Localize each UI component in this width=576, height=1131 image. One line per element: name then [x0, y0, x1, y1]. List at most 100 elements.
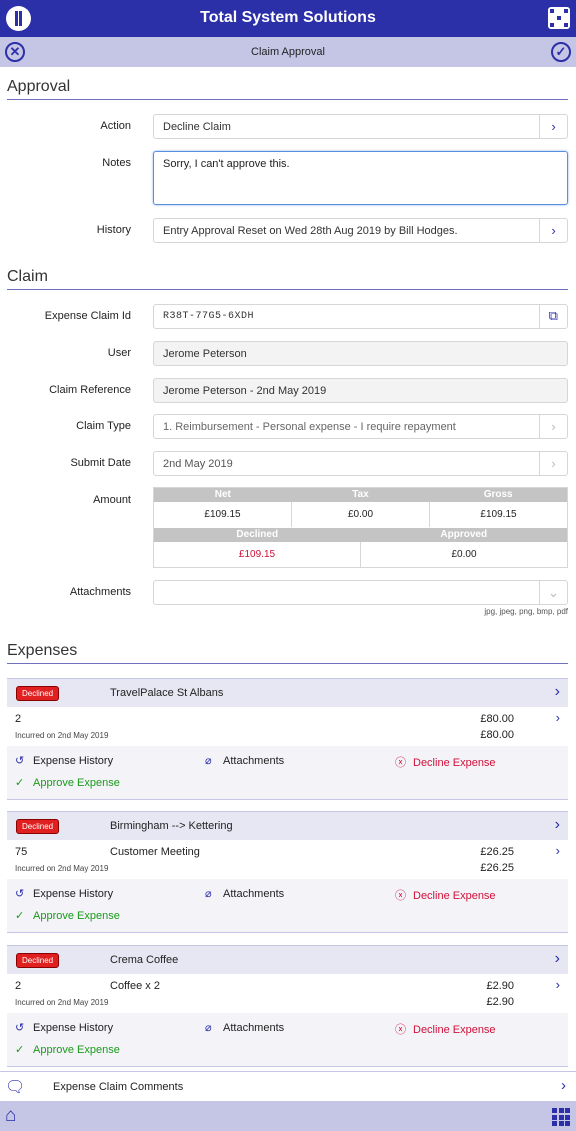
amount-label: Amount — [93, 494, 131, 506]
claim-id-field: R38T-77G5-6XDH ⧉ — [153, 304, 568, 329]
chevron-right-icon: › — [554, 683, 560, 700]
claim-type-value: 1. Reimbursement - Personal expense - I … — [163, 421, 456, 433]
declined-value: £109.15 — [238, 549, 276, 560]
approve-expense-button[interactable]: ✓ Approve Expense — [15, 1043, 120, 1056]
decline-expense-button[interactable]: ⓧ Decline Expense — [395, 887, 496, 903]
expense-quantity: 75 — [15, 846, 28, 858]
declined-header: Declined — [236, 529, 279, 540]
chevron-right-icon: › — [539, 452, 567, 475]
expense-history-button[interactable]: ↺ Expense History — [15, 754, 113, 767]
decline-circle-icon: ⓧ — [395, 890, 406, 902]
chevron-right-icon: › — [554, 950, 560, 967]
approve-expense-button[interactable]: ✓ Approve Expense — [15, 776, 120, 789]
copy-icon[interactable]: ⧉ — [539, 305, 567, 328]
expense-amount: £26.25 — [480, 846, 514, 858]
attachments-label: Attachments — [69, 586, 131, 598]
expense-total: £26.25 — [480, 862, 514, 874]
paperclip-icon: ⌀ — [205, 755, 212, 767]
history-label: History — [96, 224, 131, 236]
expense-actions: ↺ Expense History ⌀ Attachments ⓧ Decline E… — [7, 746, 568, 800]
home-icon[interactable]: ⌂ — [5, 1106, 16, 1126]
chevron-right-icon: › — [539, 219, 567, 242]
history-select[interactable]: Entry Approval Reset on Wed 28th Aug 201… — [153, 218, 568, 243]
claim-reference-field: Jerome Peterson - 2nd May 2019 — [153, 378, 568, 403]
app-header: Total System Solutions — [0, 0, 576, 37]
app-title: Total System Solutions — [200, 9, 376, 26]
chevron-down-icon[interactable]: ⌄ — [539, 581, 567, 604]
expense-quantity: 2 — [15, 980, 22, 992]
amount-header-row: Net Tax Gross — [154, 488, 567, 502]
chevron-right-icon: › — [539, 415, 567, 438]
expense-history-button[interactable]: ↺ Expense History — [15, 887, 113, 900]
decline-expense-button[interactable]: ⓧ Decline Expense — [395, 1021, 496, 1037]
expense-quantity: 2 — [15, 713, 22, 725]
decline-circle-icon: ⓧ — [395, 1024, 406, 1036]
chevron-right-icon: › — [555, 710, 560, 725]
claim-type-label: Claim Type — [76, 420, 131, 432]
expense-claim-comments-row[interactable]: 🗨 Expense Claim Comments › — [0, 1071, 576, 1101]
confirm-button[interactable]: ✓ — [551, 42, 571, 62]
approve-expense-button[interactable]: ✓ Approve Expense — [15, 909, 120, 922]
status-badge: Declined — [16, 819, 60, 834]
amount-table: Net Tax Gross £109.15 £0.00 £109.15 Decl… — [153, 487, 568, 568]
status-badge: Declined — [16, 686, 60, 701]
attachments-button[interactable]: ⌀ Attachments — [205, 754, 284, 767]
status-header-row: Declined Approved — [154, 528, 567, 542]
expense-total: £80.00 — [480, 729, 514, 741]
status-value-row: £109.15 £0.00 — [154, 542, 567, 567]
history-icon: ↺ — [15, 755, 25, 767]
expense-body[interactable]: 2 Coffee x 2 Incurred on 2nd May 2019 £2… — [7, 974, 568, 1014]
gross-value: £109.15 — [429, 502, 567, 527]
chevron-right-icon: › — [539, 115, 567, 138]
approved-value: £0.00 — [360, 542, 567, 567]
history-icon: ↺ — [15, 1022, 25, 1034]
net-header: Net — [214, 489, 231, 500]
action-label: Action — [100, 120, 131, 132]
expense-history-button[interactable]: ↺ Expense History — [15, 1021, 113, 1034]
expense-header[interactable]: Declined Crema Coffee › — [7, 945, 568, 974]
expense-description: Coffee x 2 — [110, 980, 160, 992]
user-field: Jerome Peterson — [153, 341, 568, 366]
attachments-hint: jpg, jpeg, png, bmp, pdf — [484, 607, 568, 616]
gross-header: Gross — [483, 489, 513, 500]
expense-body[interactable]: 75 Customer Meeting Incurred on 2nd May … — [7, 840, 568, 880]
page-toolbar: ✕ Claim Approval ✓ — [0, 37, 576, 67]
claim-heading: Claim — [7, 268, 568, 290]
net-value: £109.15 — [204, 509, 241, 520]
decline-expense-button[interactable]: ⓧ Decline Expense — [395, 754, 496, 770]
apps-grid-icon[interactable] — [552, 1108, 570, 1126]
expense-header[interactable]: Declined TravelPalace St Albans › — [7, 678, 568, 707]
claim-reference-label: Claim Reference — [49, 384, 131, 396]
qr-code-icon[interactable] — [548, 7, 570, 29]
user-label: User — [107, 347, 131, 359]
expense-amount: £80.00 — [480, 713, 514, 725]
notes-textarea[interactable]: Sorry, I can't approve this. — [153, 151, 568, 205]
approve-circle-icon: ✓ — [15, 777, 25, 789]
attachments-field[interactable]: ⌄ — [153, 580, 568, 605]
expense-amount: £2.90 — [486, 980, 514, 992]
claim-type-select[interactable]: 1. Reimbursement - Personal expense - I … — [153, 414, 568, 439]
expense-incurred-date: Incurred on 2nd May 2019 — [15, 864, 109, 873]
chevron-right-icon: › — [561, 1077, 566, 1094]
history-icon: ↺ — [15, 888, 25, 900]
approve-circle-icon: ✓ — [15, 1044, 25, 1056]
status-badge: Declined — [16, 953, 60, 968]
submit-date-select[interactable]: 2nd May 2019 › — [153, 451, 568, 476]
submit-date-value: 2nd May 2019 — [163, 458, 233, 470]
chevron-right-icon: › — [555, 843, 560, 858]
expenses-heading: Expenses — [7, 642, 568, 664]
expense-body[interactable]: 2 Incurred on 2nd May 2019 £80.00 £80.00… — [7, 707, 568, 747]
attachments-button[interactable]: ⌀ Attachments — [205, 1021, 284, 1034]
paperclip-icon: ⌀ — [205, 888, 212, 900]
expense-total: £2.90 — [486, 996, 514, 1008]
action-select[interactable]: Decline Claim › — [153, 114, 568, 139]
claim-id-label: Expense Claim Id — [44, 310, 131, 322]
chevron-right-icon: › — [554, 816, 560, 833]
comments-label: Expense Claim Comments — [53, 1081, 184, 1093]
expense-incurred-date: Incurred on 2nd May 2019 — [15, 731, 109, 740]
expense-title: Birmingham --> Kettering — [110, 820, 233, 832]
expense-title: TravelPalace St Albans — [110, 687, 224, 699]
history-value: Entry Approval Reset on Wed 28th Aug 201… — [163, 225, 458, 237]
expense-header[interactable]: Declined Birmingham --> Kettering › — [7, 811, 568, 840]
attachments-button[interactable]: ⌀ Attachments — [205, 887, 284, 900]
